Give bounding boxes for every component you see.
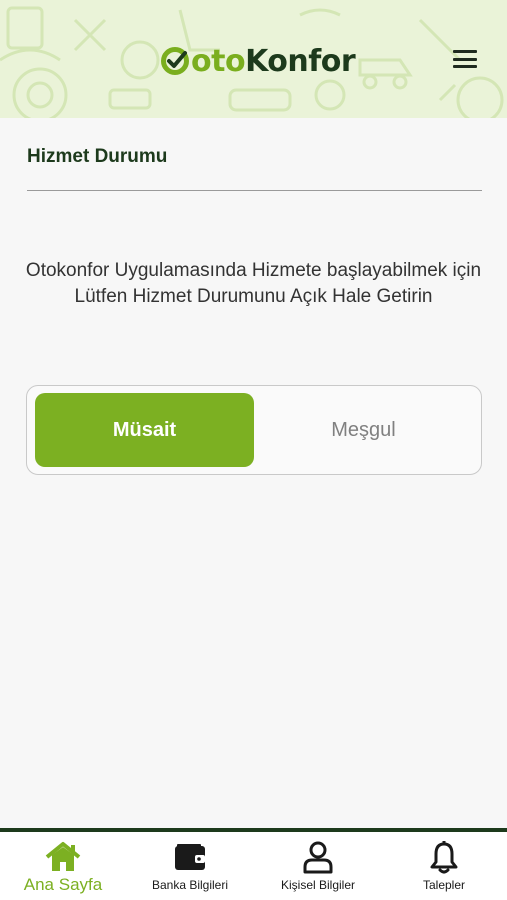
nav-item-requests[interactable]: Talepler: [400, 832, 488, 900]
info-message: Otokonfor Uygulamasında Hizmete başlayab…: [25, 260, 482, 307]
nav-label-home: Ana Sayfa: [23, 875, 103, 894]
hamburger-icon[interactable]: [452, 48, 478, 70]
nav-item-home[interactable]: Ana Sayfa: [14, 832, 112, 900]
bell-icon: [430, 841, 458, 874]
bottom-navigation: Ana Sayfa Banka Bilgileri Kişisel Bilgil…: [0, 828, 507, 900]
nav-label-personal-info: Kişisel Bilgiler: [280, 878, 356, 892]
service-status-toggle: Müsait Meşgul: [26, 385, 482, 475]
wallet-icon: [175, 844, 205, 870]
status-available-button[interactable]: Müsait: [35, 393, 254, 467]
status-busy-button[interactable]: Meşgul: [254, 393, 473, 467]
nav-label-bank-info: Banka Bilgileri: [151, 878, 229, 892]
nav-label-requests: Talepler: [422, 878, 466, 892]
user-icon: [303, 841, 333, 874]
nav-item-personal-info[interactable]: Kişisel Bilgiler: [268, 832, 368, 900]
logo-text-oto: oto: [191, 43, 246, 79]
app-logo: oto Konfor: [160, 40, 356, 82]
main-content: Hizmet Durumu Otokonfor Uygulamasında Hi…: [0, 118, 507, 828]
logo-text-konfor: Konfor: [245, 43, 356, 79]
app-header: oto Konfor: [0, 0, 507, 118]
nav-item-bank-info[interactable]: Banka Bilgileri: [140, 832, 240, 900]
page-title: Hizmet Durumu: [27, 146, 168, 167]
title-divider: [27, 190, 482, 191]
home-icon: [45, 842, 81, 871]
logo-check-icon: [161, 47, 189, 75]
